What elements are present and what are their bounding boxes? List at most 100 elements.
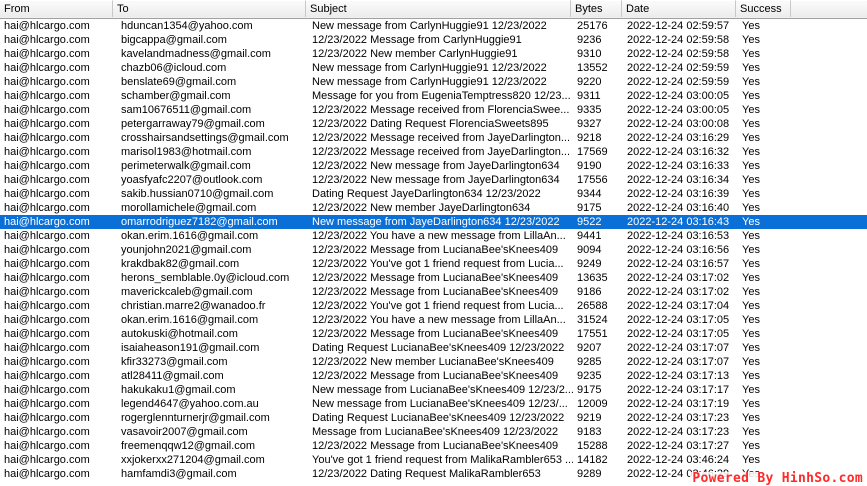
bytes-cell: 9311 xyxy=(577,90,601,102)
bytes-cell: 9335 xyxy=(577,104,602,116)
to-cell: sam10676511@gmail.com xyxy=(121,104,252,116)
table-row[interactable]: hai@hlcargo.com perimeterwalk@gmail.com 12… xyxy=(0,159,867,173)
table-row[interactable]: hai@hlcargo.com freemenqqw12@gmail.com 12/… xyxy=(0,439,867,453)
table-row[interactable]: hai@hlcargo.com krakdbak82@gmail.com 12/23… xyxy=(0,257,867,271)
to-cell: freemenqqw12@gmail.com xyxy=(121,440,256,452)
bytes-cell: 9310 xyxy=(577,48,602,60)
table-row[interactable]: hai@hlcargo.com omarrodriguez7182@gmail.c… xyxy=(0,215,867,229)
success-cell: Yes xyxy=(742,146,760,158)
to-cell: kfir33273@gmail.com xyxy=(121,356,228,368)
table-row[interactable]: hai@hlcargo.com rogerglennturnerjr@gmail.… xyxy=(0,411,867,425)
success-cell: Yes xyxy=(742,258,760,270)
subject-cell: New message from CarlynHuggie91 12/23/20… xyxy=(312,76,547,88)
success-cell: Yes xyxy=(742,104,760,116)
success-cell: Yes xyxy=(742,216,760,228)
success-cell: Yes xyxy=(742,440,760,452)
to-cell: younjohn2021@gmail.com xyxy=(121,244,252,256)
success-cell: Yes xyxy=(742,328,760,340)
from-cell: hai@hlcargo.com xyxy=(4,34,90,46)
success-cell: Yes xyxy=(742,48,760,60)
from-cell: hai@hlcargo.com xyxy=(4,370,90,382)
to-cell: rogerglennturnerjr@gmail.com xyxy=(121,412,270,424)
from-cell: hai@hlcargo.com xyxy=(4,104,90,116)
table-row[interactable]: hai@hlcargo.com herons_semblable.0y@iclou… xyxy=(0,271,867,285)
table-row[interactable]: hai@hlcargo.com kfir33273@gmail.com 12/23/… xyxy=(0,355,867,369)
to-cell: kavelandmadness@gmail.com xyxy=(121,48,271,60)
table-row[interactable]: hai@hlcargo.com petergarraway79@gmail.com… xyxy=(0,117,867,131)
subject-cell: 12/23/2022 Message from LucianaBee'sKnee… xyxy=(312,286,559,298)
table-row[interactable]: hai@hlcargo.com hduncan1354@yahoo.com New … xyxy=(0,19,867,33)
table-row[interactable]: hai@hlcargo.com christian.marre2@wanadoo.… xyxy=(0,299,867,313)
bytes-cell: 9441 xyxy=(577,230,602,242)
table-row[interactable]: hai@hlcargo.com marisol1983@hotmail.com 12… xyxy=(0,145,867,159)
table-row[interactable]: hai@hlcargo.com yoasfyafc2207@outlook.com… xyxy=(0,173,867,187)
subject-cell: Dating Request LucianaBee'sKnees409 12/2… xyxy=(312,342,565,354)
date-cell: 2022-12-24 03:17:19 xyxy=(627,398,730,410)
from-cell: hai@hlcargo.com xyxy=(4,188,90,200)
from-cell: hai@hlcargo.com xyxy=(4,440,90,452)
date-cell: 2022-12-24 03:17:02 xyxy=(627,286,730,298)
table-row[interactable]: hai@hlcargo.com schamber@gmail.com Message… xyxy=(0,89,867,103)
subject-cell: 12/23/2022 Message received from JayeDar… xyxy=(312,146,571,158)
table-row[interactable]: hai@hlcargo.com xxjokerxx271204@gmail.com… xyxy=(0,453,867,467)
date-cell: 2022-12-24 02:59:58 xyxy=(627,34,730,46)
date-cell: 2022-12-24 03:16:53 xyxy=(627,230,730,242)
date-cell: 2022-12-24 03:00:05 xyxy=(627,90,730,102)
subject-cell: Message from LucianaBee'sKnees409 12/23/… xyxy=(312,426,559,438)
bytes-cell: 9522 xyxy=(577,216,602,228)
table-row[interactable]: hai@hlcargo.com maverickcaleb@gmail.com 12… xyxy=(0,285,867,299)
table-row[interactable]: hai@hlcargo.com okan.erim.1616@gmail.com 1… xyxy=(0,229,867,243)
column-header-subject[interactable]: Subject xyxy=(306,0,571,17)
column-header-bytes[interactable]: Bytes xyxy=(571,0,622,17)
bytes-cell: 17569 xyxy=(577,146,608,158)
subject-cell: New message from LucianaBee'sKnees409 12… xyxy=(312,384,573,396)
column-header-date[interactable]: Date xyxy=(622,0,736,17)
table-row[interactable]: hai@hlcargo.com vasavoir2007@gmail.com Mes… xyxy=(0,425,867,439)
success-cell: Yes xyxy=(742,34,760,46)
date-cell: 2022-12-24 02:59:58 xyxy=(627,48,730,60)
to-cell: christian.marre2@wanadoo.fr xyxy=(121,300,266,312)
table-row[interactable]: hai@hlcargo.com morollamichele@gmail.com 1… xyxy=(0,201,867,215)
to-cell: maverickcaleb@gmail.com xyxy=(121,286,253,298)
bytes-cell: 15288 xyxy=(577,440,608,452)
column-header-from[interactable]: From xyxy=(0,0,113,17)
table-row[interactable]: hai@hlcargo.com hakukaku1@gmail.com New me… xyxy=(0,383,867,397)
column-header-success[interactable]: Success xyxy=(736,0,791,17)
table-row[interactable]: hai@hlcargo.com younjohn2021@gmail.com 12/… xyxy=(0,243,867,257)
success-cell: Yes xyxy=(742,412,760,424)
date-cell: 2022-12-24 03:17:17 xyxy=(627,384,730,396)
subject-cell: 12/23/2022 You have a new message from L… xyxy=(312,314,566,326)
column-header-to[interactable]: To xyxy=(113,0,306,17)
watermark-text: Powered By HinhSo.com xyxy=(690,471,865,486)
success-cell: Yes xyxy=(742,62,760,74)
from-cell: hai@hlcargo.com xyxy=(4,230,90,242)
from-cell: hai@hlcargo.com xyxy=(4,342,90,354)
table-row[interactable]: hai@hlcargo.com autokuski@hotmail.com 12/2… xyxy=(0,327,867,341)
table-row[interactable]: hai@hlcargo.com sakib.hussian0710@gmail.c… xyxy=(0,187,867,201)
table-row[interactable]: hai@hlcargo.com sam10676511@gmail.com 12/2… xyxy=(0,103,867,117)
success-cell: Yes xyxy=(742,118,760,130)
table-row[interactable]: hai@hlcargo.com isaiaheason191@gmail.com D… xyxy=(0,341,867,355)
table-row[interactable]: hai@hlcargo.com chazb06@icloud.com New mes… xyxy=(0,61,867,75)
table-row[interactable]: hai@hlcargo.com bigcappa@gmail.com 12/23/2… xyxy=(0,33,867,47)
date-cell: 2022-12-24 03:00:05 xyxy=(627,104,730,116)
subject-cell: 12/23/2022 You've got 1 friend request f… xyxy=(312,258,564,270)
table-row[interactable]: hai@hlcargo.com atl28411@gmail.com 12/23/2… xyxy=(0,369,867,383)
date-cell: 2022-12-24 03:16:33 xyxy=(627,160,730,172)
to-cell: omarrodriguez7182@gmail.com xyxy=(121,216,278,228)
from-cell: hai@hlcargo.com xyxy=(4,272,90,284)
date-cell: 2022-12-24 03:17:27 xyxy=(627,440,730,452)
table-row[interactable]: hai@hlcargo.com crosshairsandsettings@gma… xyxy=(0,131,867,145)
date-cell: 2022-12-24 03:17:04 xyxy=(627,300,730,312)
bytes-cell: 9249 xyxy=(577,258,602,270)
from-cell: hai@hlcargo.com xyxy=(4,384,90,396)
subject-cell: Dating Request JayeDarlington634 12/23/2… xyxy=(312,188,541,200)
table-row[interactable]: hai@hlcargo.com okan.erim.1616@gmail.com 1… xyxy=(0,313,867,327)
table-row[interactable]: hai@hlcargo.com kavelandmadness@gmail.com… xyxy=(0,47,867,61)
table-row[interactable]: hai@hlcargo.com benslate69@gmail.com New m… xyxy=(0,75,867,89)
table-row[interactable]: hai@hlcargo.com legend4647@yahoo.com.au Ne… xyxy=(0,397,867,411)
bytes-cell: 26588 xyxy=(577,300,608,312)
bytes-cell: 31524 xyxy=(577,314,608,326)
date-cell: 2022-12-24 03:17:13 xyxy=(627,370,730,382)
bytes-cell: 9344 xyxy=(577,188,602,200)
